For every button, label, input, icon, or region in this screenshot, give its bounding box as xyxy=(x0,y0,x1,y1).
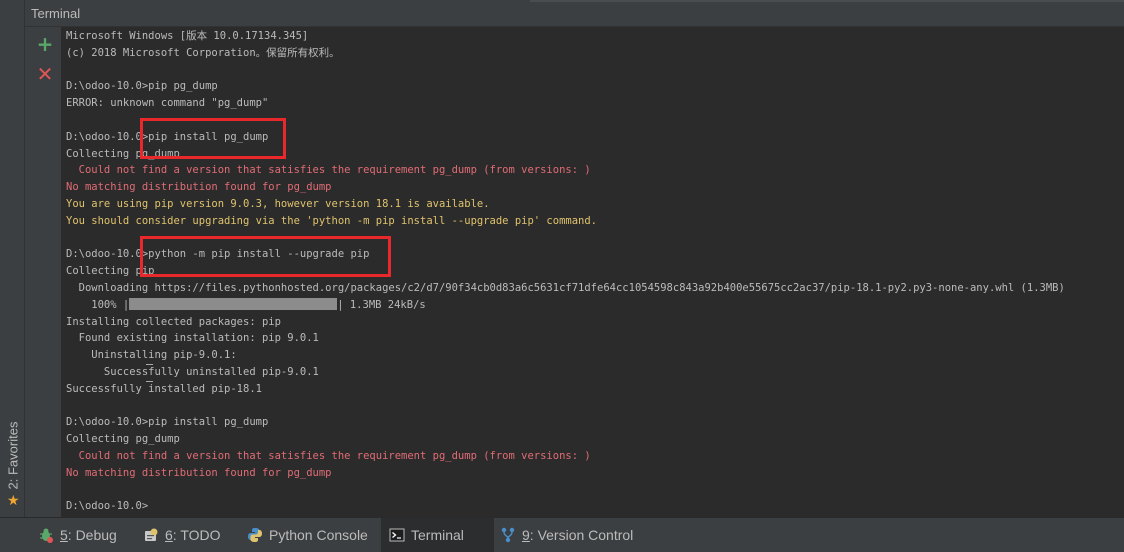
terminal-line: D:\odoo-10.0>pip pg_dump xyxy=(66,80,218,93)
highlight-box-upgrade xyxy=(140,236,391,277)
terminal-line: Installing collected packages: pip xyxy=(66,315,281,328)
tab-debug[interactable]: 5: Debug xyxy=(38,518,124,552)
favorites-sidebar: 2: Favorites ★ xyxy=(0,0,25,517)
star-icon: ★ xyxy=(7,493,20,509)
tab-python-console[interactable]: Python Console xyxy=(247,518,371,552)
new-session-icon[interactable]: + xyxy=(36,34,54,54)
terminal-line: ERROR: unknown command "pg_dump" xyxy=(66,97,269,110)
favorites-label: 2: Favorites xyxy=(5,421,21,490)
todo-icon xyxy=(143,527,159,543)
progress-bar xyxy=(129,297,338,310)
terminal-toolbar: + ✕ xyxy=(25,27,61,517)
terminal-line: No matching distribution found for pg_du… xyxy=(66,181,332,194)
terminal-line: Successfully installed pip-18.1 xyxy=(66,382,262,395)
terminal-line: 100% | | 1.3MB 24kB/s xyxy=(66,297,1065,314)
terminal-line: Microsoft Windows [版本 10.0.17134.345] xyxy=(66,30,309,42)
terminal-line: (c) 2018 Microsoft Corporation。保留所有权利。 xyxy=(66,46,340,59)
header-divider xyxy=(530,0,1124,2)
tool-window-bar: 5: Debug 6: TODO Python Console Terminal 9: … xyxy=(0,517,1124,552)
terminal-line: D:\odoo-10.0> xyxy=(66,500,149,513)
debug-icon xyxy=(38,527,54,543)
tab-label: : TODO xyxy=(172,527,221,543)
text-cursor xyxy=(146,364,153,382)
terminal-line: No matching distribution found for pg_du… xyxy=(66,466,332,479)
terminal-line: Successfully uninstalled pip-9.0.1 xyxy=(66,365,319,378)
tab-shortcut-key: 9 xyxy=(522,527,530,543)
tab-label: Python Console xyxy=(269,527,368,543)
tab-terminal[interactable]: Terminal xyxy=(381,518,494,552)
tab-shortcut-key: 6 xyxy=(165,527,173,543)
close-session-icon[interactable]: ✕ xyxy=(36,64,54,84)
tool-window-header: Terminal xyxy=(25,0,1124,27)
terminal-line: Could not find a version that satisfies … xyxy=(66,449,591,462)
vcs-icon xyxy=(500,527,516,543)
terminal-line: Uninstalling pip-9.0.1: xyxy=(66,349,237,362)
tab-label: : Version Control xyxy=(529,527,634,543)
terminal-line: Could not find a version that satisfies … xyxy=(66,164,591,177)
tab-shortcut-key: 5 xyxy=(60,527,68,543)
favorites-tab[interactable]: 2: Favorites ★ xyxy=(2,410,24,510)
tab-label: : Debug xyxy=(67,527,117,543)
terminal-line: You are using pip version 9.0.3, however… xyxy=(66,197,490,210)
terminal-line: Found existing installation: pip 9.0.1 xyxy=(66,332,319,345)
progress-percent: 100% | xyxy=(66,298,130,311)
terminal-line: Collecting pg_dump xyxy=(66,433,180,446)
terminal-line: You should consider upgrading via the 'p… xyxy=(66,214,598,227)
python-icon xyxy=(247,527,263,543)
tab-version-control[interactable]: 9: Version Control xyxy=(500,518,650,552)
tool-window-title: Terminal xyxy=(31,6,81,21)
terminal-icon xyxy=(389,527,405,543)
highlight-box-install xyxy=(140,118,286,159)
tab-todo[interactable]: 6: TODO xyxy=(143,518,227,552)
terminal-line: D:\odoo-10.0>pip install pg_dump xyxy=(66,416,269,429)
terminal-line: Downloading https://files.pythonhosted.o… xyxy=(66,281,1065,294)
tab-label: Terminal xyxy=(411,527,464,543)
progress-stats: | 1.3MB 24kB/s xyxy=(337,298,426,311)
